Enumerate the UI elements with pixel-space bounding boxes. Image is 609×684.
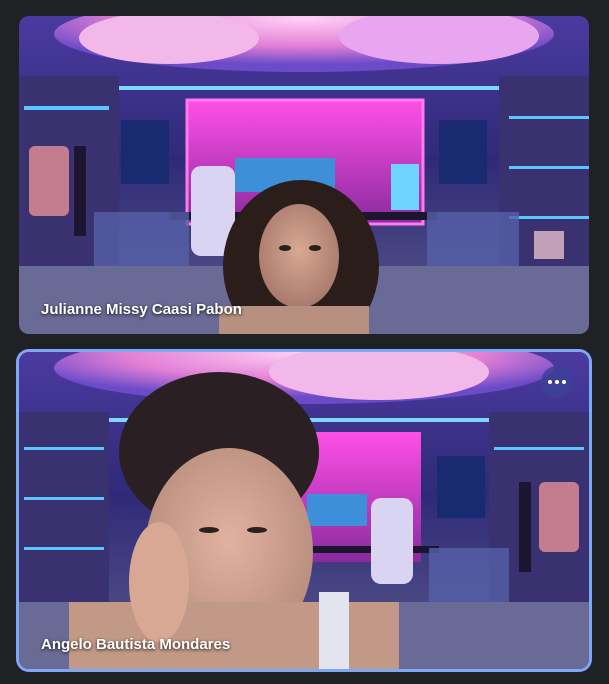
more-options-button[interactable] — [541, 366, 573, 398]
participant-name: Angelo Bautista Mondares — [41, 636, 231, 653]
video-feed-1 — [19, 16, 589, 334]
participant-tile-1[interactable]: Julianne Missy Caasi Pabon — [19, 16, 589, 334]
more-horizontal-icon-dot — [555, 380, 559, 384]
more-horizontal-icon-dot — [562, 380, 566, 384]
participant-tile-2[interactable]: Angelo Bautista Mondares — [19, 352, 589, 669]
video-feed-2 — [19, 352, 589, 669]
participant-name: Julianne Missy Caasi Pabon — [41, 301, 242, 318]
more-horizontal-icon — [548, 380, 552, 384]
